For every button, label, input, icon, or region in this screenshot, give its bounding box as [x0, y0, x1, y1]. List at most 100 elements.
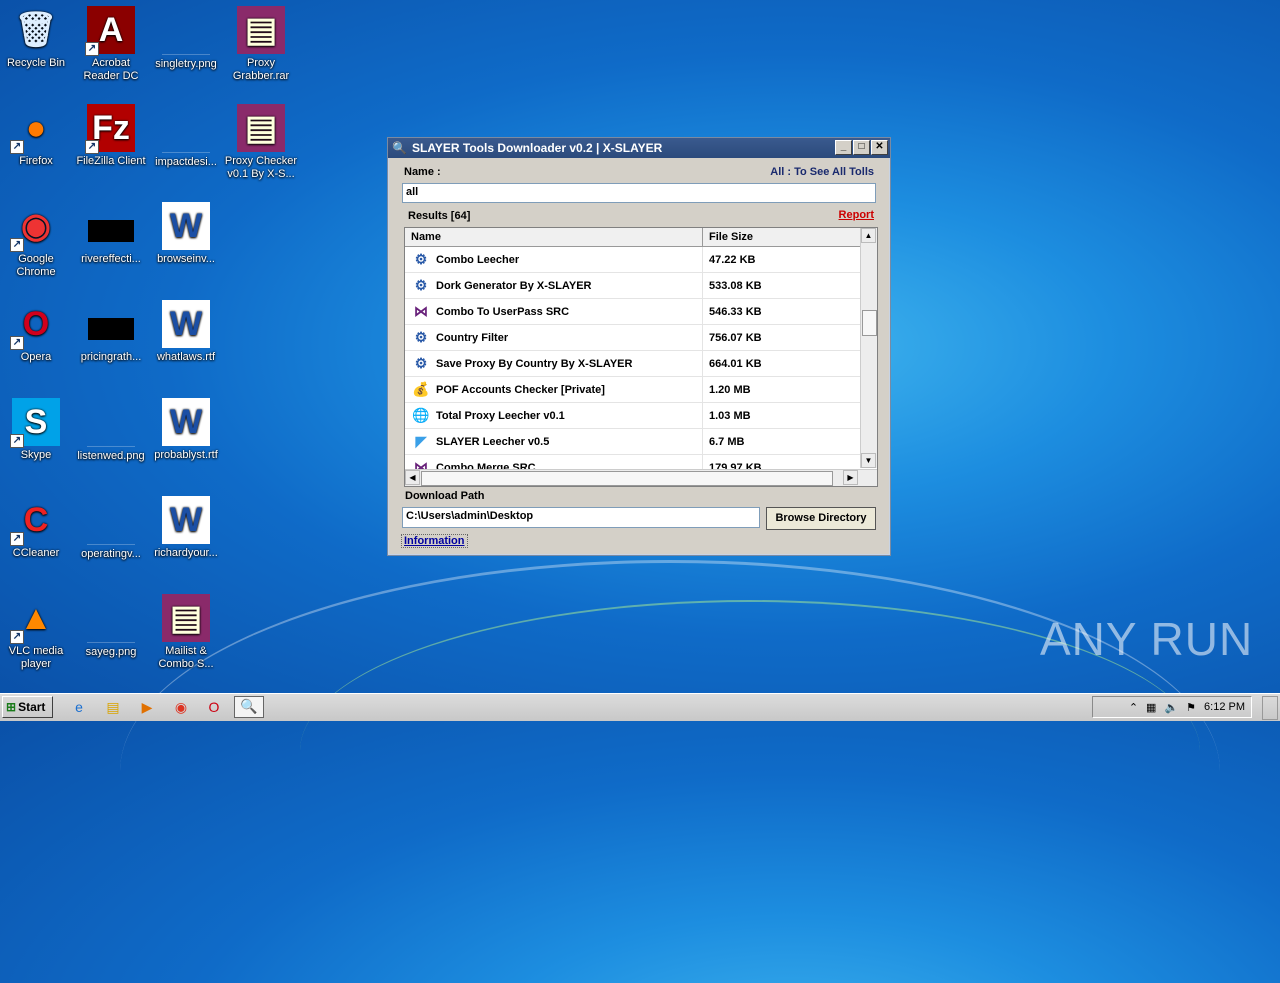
- clock[interactable]: 6:12 PM: [1204, 701, 1245, 713]
- download-path-label: Download Path: [405, 490, 485, 502]
- ccleaner-icon: C ↗: [10, 496, 60, 546]
- flag-icon[interactable]: ⚑: [1186, 701, 1196, 714]
- desktop-icon-label: Mailist & Combo S...: [158, 645, 214, 670]
- results-list: Name File Size ⚙ Combo Leecher 47.22 KB ⚙ Do…: [404, 227, 878, 487]
- desktop-icon[interactable]: ▤ Proxy Grabber.rar: [223, 6, 299, 83]
- desktop-icon[interactable]: ▤ Proxy Checker v0.1 By X-S...: [223, 104, 299, 181]
- desktop-icon-label: Opera: [20, 351, 52, 363]
- table-row[interactable]: ⚙ Country Filter 756.07 KB: [405, 325, 877, 351]
- chrome-taskbar-icon[interactable]: ◉: [172, 698, 190, 716]
- minimize-button[interactable]: _: [835, 140, 852, 155]
- slayer-taskbar-button[interactable]: 🔍: [234, 696, 264, 718]
- black-file-icon: [88, 220, 134, 242]
- desktop-icon[interactable]: impactdesi...: [148, 104, 224, 169]
- desktop-icon-label: probablyst.rtf: [154, 449, 218, 461]
- media-player-icon[interactable]: ▶: [138, 698, 156, 716]
- desktop-icon[interactable]: operatingv...: [73, 496, 149, 561]
- maximize-button[interactable]: □: [853, 140, 870, 155]
- table-row[interactable]: 💰 POF Accounts Checker [Private] 1.20 MB: [405, 377, 877, 403]
- table-row[interactable]: 🌐 Total Proxy Leecher v0.1 1.03 MB: [405, 403, 877, 429]
- row-name: POF Accounts Checker [Private]: [436, 383, 605, 396]
- horizontal-scrollbar[interactable]: ◀ ▶: [405, 469, 877, 486]
- visual-studio-icon: ⋈: [414, 303, 428, 319]
- desktop-icon[interactable]: A ↗ Acrobat Reader DC: [73, 6, 149, 83]
- show-desktop-button[interactable]: [1262, 696, 1278, 720]
- row-name: Total Proxy Leecher v0.1: [436, 409, 565, 422]
- desktop-icon-label: browseinv...: [157, 253, 215, 265]
- desktop-icon[interactable]: Wwhatlaws.rtf: [148, 300, 224, 364]
- name-cell: ⋈ Combo To UserPass SRC: [405, 299, 703, 324]
- internet-explorer-icon[interactable]: e: [70, 698, 88, 716]
- desktop-icon[interactable]: ▲ ↗ VLC media player: [0, 594, 74, 671]
- row-size: 546.33 KB: [709, 305, 762, 318]
- scroll-down-icon[interactable]: ▼: [861, 453, 876, 468]
- table-row[interactable]: ⚙ Save Proxy By Country By X-SLAYER 664.01…: [405, 351, 877, 377]
- desktop-icon-label: FileZilla Client: [76, 155, 146, 167]
- anyrun-watermark: ANY RUN: [1040, 613, 1254, 665]
- row-name: Combo To UserPass SRC: [436, 305, 570, 318]
- desktop-icon-label: whatlaws.rtf: [156, 351, 216, 363]
- search-input[interactable]: all: [402, 183, 876, 203]
- download-path-input[interactable]: C:\Users\admin\Desktop: [402, 507, 760, 528]
- browse-directory-button[interactable]: Browse Directory: [766, 507, 876, 530]
- desktop-icon[interactable]: pricingrath...: [73, 300, 149, 364]
- volume-icon[interactable]: 🔈: [1164, 701, 1178, 714]
- all-hint-label: All : To See All Tolls: [770, 166, 874, 178]
- desktop-icon[interactable]: O ↗ Opera: [0, 300, 74, 364]
- opera-icon: O ↗: [10, 300, 60, 350]
- column-header-name[interactable]: Name: [405, 228, 703, 246]
- tray-expand-icon[interactable]: ⌃: [1129, 701, 1138, 714]
- row-name: Save Proxy By Country By X-SLAYER: [436, 357, 633, 370]
- information-link[interactable]: Information: [401, 534, 468, 548]
- taskbar: ⊞ Start e ▤ ▶ ◉ O 🔍 ⌃ ▦ 🔈 ⚑ 6:12 PM: [0, 693, 1280, 721]
- desktop-icon[interactable]: C ↗ CCleaner: [0, 496, 74, 560]
- desktop-icon[interactable]: singletry.png: [148, 6, 224, 71]
- table-row[interactable]: ⚙ Dork Generator By X-SLAYER 533.08 KB: [405, 273, 877, 299]
- start-label: Start: [18, 700, 46, 714]
- desktop-icon[interactable]: ◉ ↗ Google Chrome: [0, 202, 74, 279]
- black-file-icon: [88, 318, 134, 340]
- hscroll-thumb[interactable]: [421, 471, 833, 486]
- acrobat-icon: A ↗: [85, 6, 135, 56]
- close-button[interactable]: ✕: [871, 140, 888, 155]
- desktop-icon[interactable]: S ↗ Skype: [0, 398, 74, 462]
- winrar-icon: ▤: [237, 104, 285, 152]
- scroll-left-icon[interactable]: ◀: [405, 470, 420, 485]
- scroll-thumb[interactable]: [862, 310, 877, 336]
- row-name: Dork Generator By X-SLAYER: [436, 279, 592, 292]
- explorer-folder-icon[interactable]: ▤: [104, 698, 122, 716]
- opera-taskbar-icon[interactable]: O: [205, 698, 223, 716]
- table-row[interactable]: ⚙ Combo Leecher 47.22 KB: [405, 247, 877, 273]
- shortcut-arrow-icon: ↗: [85, 140, 99, 154]
- table-row[interactable]: ⋈ Combo To UserPass SRC 546.33 KB: [405, 299, 877, 325]
- desktop-icon-label: Proxy Grabber.rar: [232, 57, 290, 82]
- report-link[interactable]: Report: [839, 209, 874, 221]
- scroll-right-icon[interactable]: ▶: [843, 470, 858, 485]
- system-tray: ⌃ ▦ 🔈 ⚑ 6:12 PM: [1092, 696, 1252, 718]
- desktop-icon-label: Acrobat Reader DC: [83, 57, 139, 82]
- word-icon: W: [162, 496, 210, 544]
- desktop-icon[interactable]: Wbrowseinv...: [148, 202, 224, 266]
- name-cell: ⚙ Save Proxy By Country By X-SLAYER: [405, 351, 703, 376]
- desktop-icon[interactable]: ▤ Mailist & Combo S...: [148, 594, 224, 671]
- winrar-icon: ▤: [162, 594, 210, 642]
- network-icon[interactable]: ▦: [1146, 701, 1156, 714]
- desktop-icon[interactable]: Wprobablyst.rtf: [148, 398, 224, 462]
- vertical-scrollbar[interactable]: ▲ ▼: [860, 228, 877, 468]
- start-button[interactable]: ⊞ Start: [2, 696, 53, 718]
- list-header: Name File Size: [405, 228, 877, 247]
- desktop-icon[interactable]: 🗑 Recycle Bin: [0, 6, 74, 70]
- scroll-up-icon[interactable]: ▲: [861, 228, 876, 243]
- column-header-size[interactable]: File Size: [703, 228, 859, 246]
- table-row[interactable]: ◤ SLAYER Leecher v0.5 6.7 MB: [405, 429, 877, 455]
- desktop-icon[interactable]: Fz ↗ FileZilla Client: [73, 104, 149, 168]
- desktop-icon[interactable]: listenwed.png: [73, 398, 149, 463]
- window-titlebar[interactable]: 🔍 SLAYER Tools Downloader v0.2 | X-SLAYE…: [388, 138, 890, 158]
- png-file-icon: [162, 104, 210, 153]
- desktop-icon[interactable]: rivereffecti...: [73, 202, 149, 266]
- name-cell: 🌐 Total Proxy Leecher v0.1: [405, 403, 703, 428]
- desktop-icon[interactable]: Wrichardyour...: [148, 496, 224, 560]
- desktop-icon[interactable]: sayeg.png: [73, 594, 149, 659]
- desktop-icon[interactable]: ● ↗ Firefox: [0, 104, 74, 168]
- row-size: 664.01 KB: [709, 357, 762, 370]
